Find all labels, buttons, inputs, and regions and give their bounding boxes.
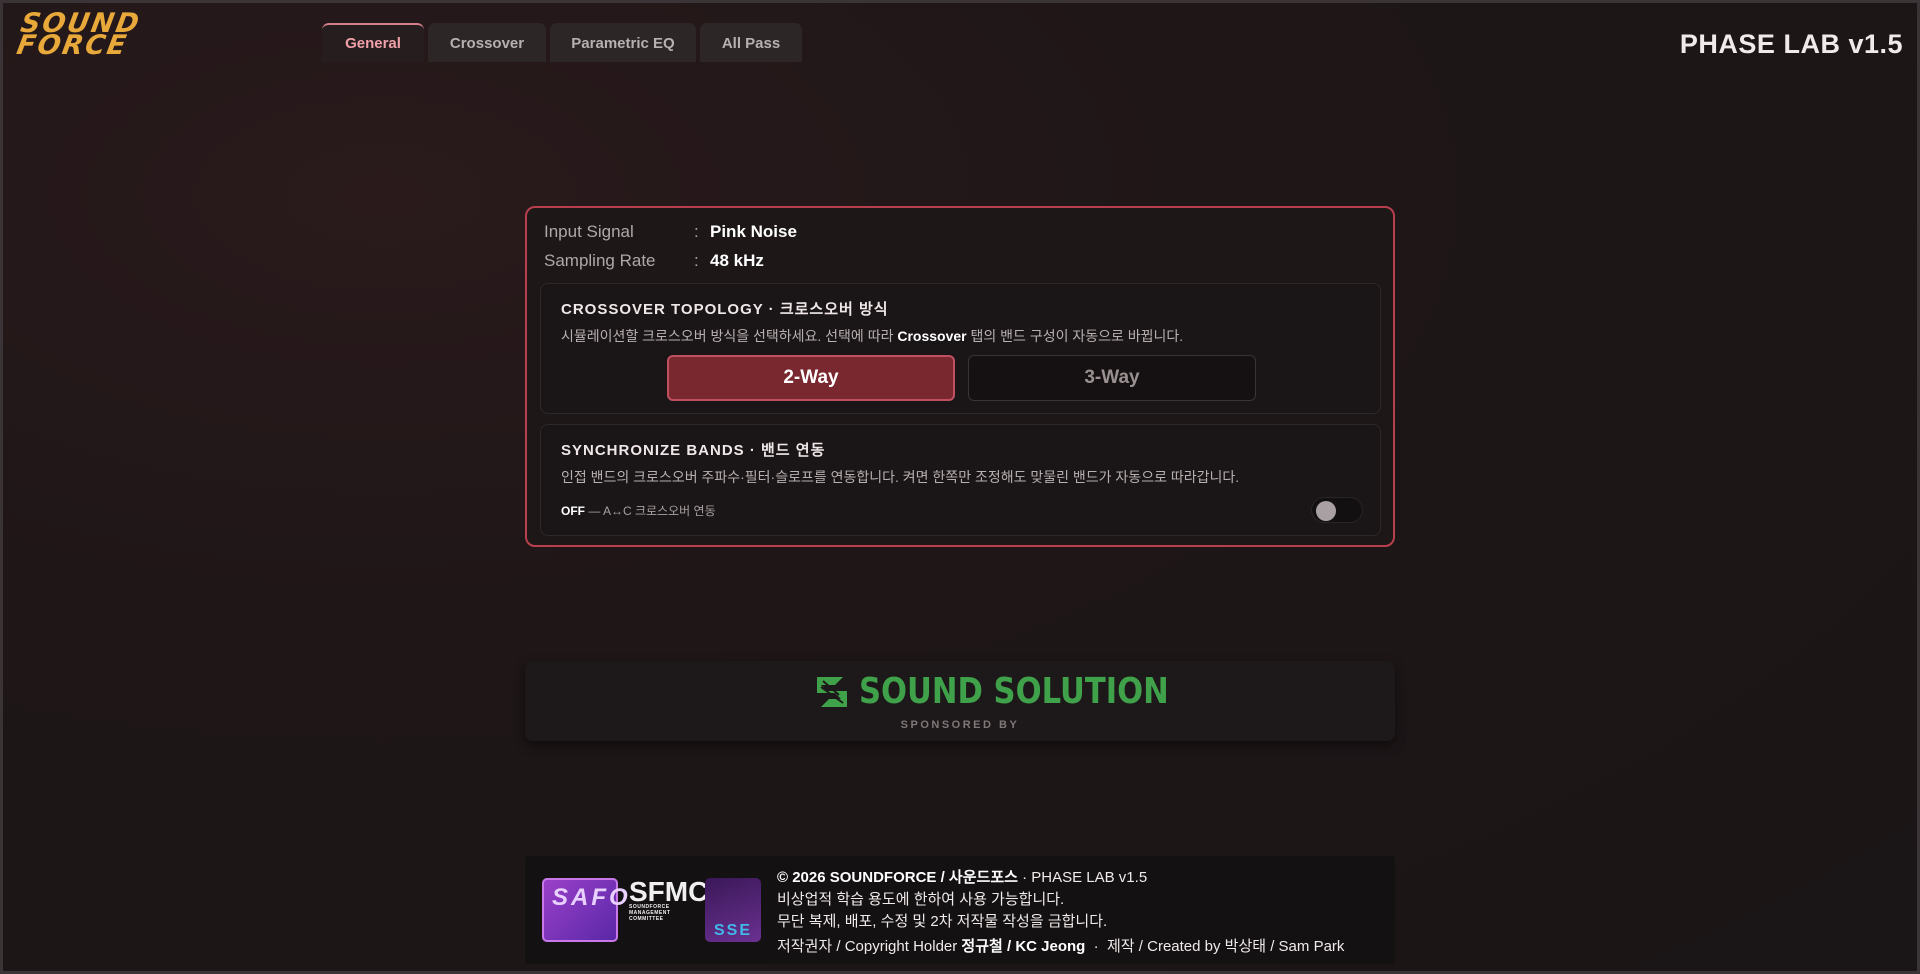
sampling-rate-row: Sampling Rate : 48 kHz [544,251,764,271]
holder-label: 저작권자 / Copyright Holder [777,938,962,955]
separator: : [694,222,699,241]
sse-badge: SSE [705,878,761,942]
logo-line2: FORCE [14,30,131,61]
tab-crossover[interactable]: Crossover [428,23,546,62]
sfmc-badge: SFMC SOUNDFORCE MANAGEMENT COMMITTEE [629,878,708,942]
sync-toggle[interactable] [1311,497,1363,523]
sponsored-by-label: SPONSORED BY [900,719,1020,731]
sound-solution-icon [817,676,847,707]
footer-line2: 비상업적 학습 용도에 한하여 사용 가능합니다. [777,891,1065,908]
footer-line3: 무단 복제, 배포, 수정 및 2차 저작물 작성을 금합니다. [777,913,1108,930]
sync-state-desc: — A↔C 크로스오버 연동 [585,504,716,518]
footer-credits: 저작권자 / Copyright Holder 정규철 / KC Jeong ·… [777,935,1344,956]
sponsor-banner: SOUND SOLUTION SPONSORED BY [525,661,1395,741]
sync-title: SYNCHRONIZE BANDS · 밴드 연동 [561,442,826,459]
copyright-bold: © 2026 SOUNDFORCE / 사운드포스 [777,869,1018,886]
app-title: PHASE LAB v1.5 [1679,29,1903,59]
tab-general[interactable]: General [322,23,424,62]
2-way-button[interactable]: 2-Way [667,355,955,401]
footer: SAFO SFMC SOUNDFORCE MANAGEMENT COMMITTE… [525,856,1395,964]
3-way-button[interactable]: 3-Way [968,355,1256,401]
tab-parametric-eq[interactable]: Parametric EQ [550,23,696,62]
footer-copyright: © 2026 SOUNDFORCE / 사운드포스 · PHASE LAB v1… [777,866,1147,887]
sync-state-text: OFF — A↔C 크로스오버 연동 [561,502,716,519]
general-settings-panel: Input Signal : Pink Noise Sampling Rate … [525,206,1395,547]
sampling-rate-value: 48 kHz [710,251,764,270]
safo-badge: SAFO [542,878,628,942]
copyright-rest: · PHASE LAB v1.5 [1017,869,1148,886]
sync-bands-card: SYNCHRONIZE BANDS · 밴드 연동 인접 밴드의 크로스오버 주… [540,424,1381,536]
separator: : [694,251,699,270]
topology-card: CROSSOVER TOPOLOGY · 크로스오버 방식 시뮬레이션할 크로스… [540,283,1381,414]
creator: · 제작 / Created by 박상태 / Sam Park [1085,938,1345,955]
sync-state: OFF [561,504,585,518]
topology-desc-before: 시뮬레이션할 크로스오버 방식을 선택하세요. 선택에 따라 [561,328,898,344]
sponsor-name: SOUND SOLUTION [859,671,1169,712]
input-signal-value: Pink Noise [710,222,797,241]
sfmc-text: SFMC [629,876,709,907]
tab-bar: General Crossover Parametric EQ All Pass [322,23,802,62]
input-signal-label: Input Signal [544,222,634,241]
toggle-knob [1316,501,1336,521]
sync-description: 인접 밴드의 크로스오버 주파수·필터·슬로프를 연동합니다. 켜면 한쪽만 조… [561,469,1240,485]
topology-title: CROSSOVER TOPOLOGY · 크로스오버 방식 [561,301,889,318]
sampling-rate-label: Sampling Rate [544,251,656,270]
topology-description: 시뮬레이션할 크로스오버 방식을 선택하세요. 선택에 따라 Crossover… [561,326,1183,346]
top-bar: SOUND FORCE General Crossover Parametric… [3,3,1917,83]
topology-desc-after: 탭의 밴드 구성이 자동으로 바뀝니다. [966,328,1184,344]
input-signal-row: Input Signal : Pink Noise [544,222,797,242]
topology-desc-bold: Crossover [897,328,967,344]
holder-name: 정규철 / KC Jeong [961,938,1086,955]
tab-all-pass[interactable]: All Pass [700,23,802,62]
soundforce-logo: SOUND FORCE [14,8,143,61]
sound-solution-logo: SOUND SOLUTION [813,671,1223,712]
